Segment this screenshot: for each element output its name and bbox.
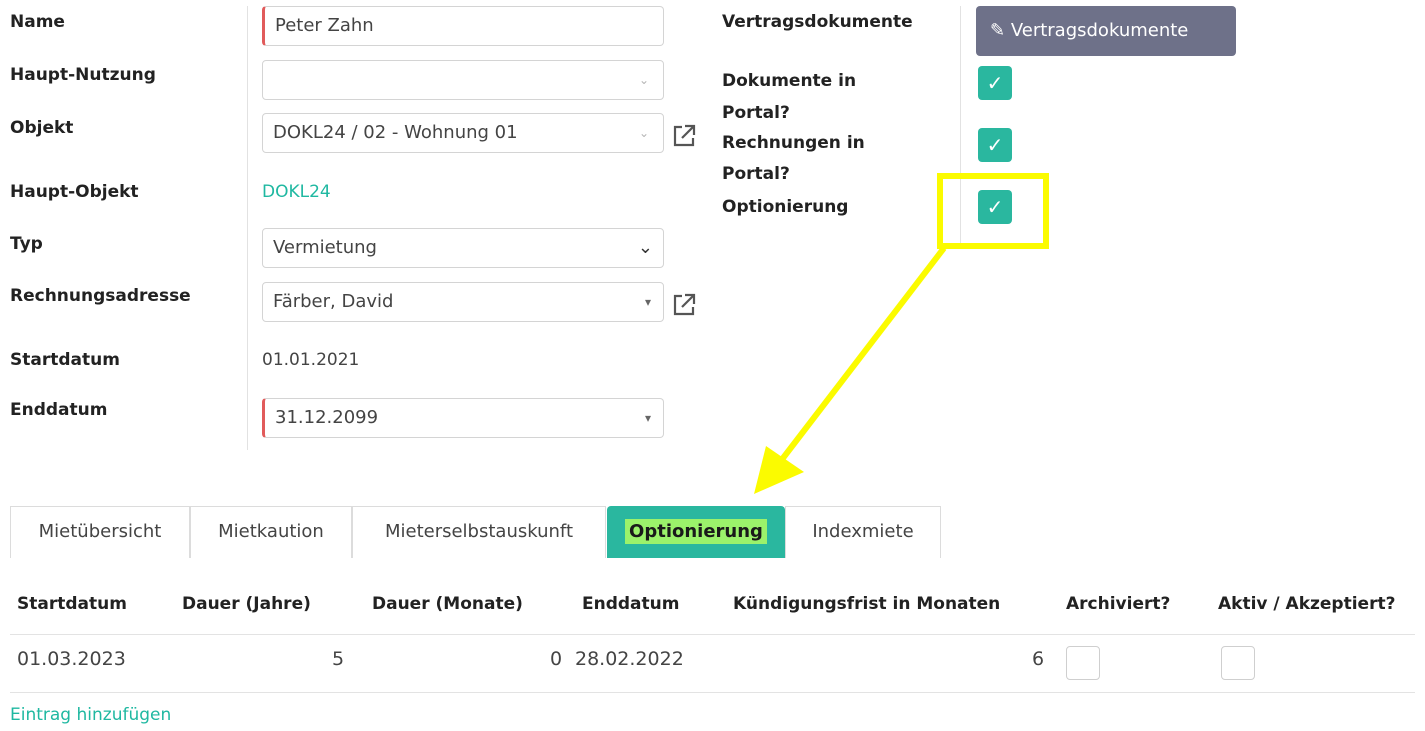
startdatum-label: Startdatum [10, 350, 120, 370]
column-header-archiviert[interactable]: Archiviert? [1066, 594, 1170, 614]
enddatum-value: 31.12.2099 [275, 407, 379, 428]
table-row-divider [10, 692, 1415, 693]
table-header-divider [10, 634, 1415, 635]
objekt-value: DOKL24 / 02 - Wohnung 01 [273, 122, 518, 143]
name-input[interactable]: Peter Zahn [262, 6, 664, 46]
add-entry-link[interactable]: Eintrag hinzufügen [10, 705, 171, 725]
rechnungen-portal-checkbox[interactable]: ✓ [978, 128, 1012, 162]
tab-mieterselbstauskunft[interactable]: Mieterselbstauskunft [352, 506, 606, 558]
external-link-icon[interactable] [671, 123, 697, 149]
objekt-select[interactable]: DOKL24 / 02 - Wohnung 01 ⌄ [262, 113, 664, 153]
cell-dauer-jahre[interactable]: 5 [332, 648, 344, 670]
haupt-objekt-link[interactable]: DOKL24 [262, 182, 331, 202]
tab-optionierung-label: Optionierung [625, 519, 767, 544]
caret-down-icon: ▾ [644, 295, 651, 309]
chevron-down-icon: ⌄ [637, 237, 653, 258]
objekt-label: Objekt [10, 118, 74, 138]
enddatum-input[interactable]: 31.12.2099 ▾ [262, 398, 664, 438]
dokumente-portal-checkbox[interactable]: ✓ [978, 66, 1012, 100]
cell-dauer-monate[interactable]: 0 [550, 648, 562, 670]
column-header-startdatum[interactable]: Startdatum [17, 594, 127, 614]
cell-kuendigungsfrist[interactable]: 6 [1032, 648, 1044, 670]
haupt-objekt-label: Haupt-Objekt [10, 182, 139, 202]
rechnungen-portal-label-line2: Portal? [722, 164, 790, 184]
vertragsdokumente-button[interactable]: ✎ Vertragsdokumente [976, 6, 1236, 56]
paperclip-icon: ✎ [990, 20, 1006, 41]
name-label: Name [10, 12, 65, 32]
optionierung-label: Optionierung [722, 197, 849, 217]
annotation-arrow-icon [754, 246, 947, 494]
rechnungsadresse-label: Rechnungsadresse [10, 286, 191, 306]
startdatum-value: 01.01.2021 [262, 350, 360, 370]
archiviert-checkbox[interactable] [1066, 646, 1100, 680]
annotation-highlight-box [937, 173, 1049, 249]
dokumente-portal-label-line1: Dokumente in [722, 71, 857, 91]
enddatum-label: Enddatum [10, 400, 108, 420]
typ-value: Vermietung [273, 237, 377, 258]
name-value: Peter Zahn [275, 15, 374, 36]
column-header-enddatum[interactable]: Enddatum [582, 594, 679, 614]
dokumente-portal-label-line2: Portal? [722, 103, 790, 123]
tab-optionierung[interactable]: Optionierung [607, 506, 785, 558]
vertragsdokumente-button-label: Vertragsdokumente [1010, 20, 1189, 41]
typ-label: Typ [10, 234, 43, 254]
tab-mietuebersicht[interactable]: Mietübersicht [10, 506, 190, 558]
caret-down-icon: ▾ [644, 411, 651, 425]
rechnungsadresse-value: Färber, David [273, 291, 394, 312]
tab-indexmiete[interactable]: Indexmiete [785, 506, 941, 558]
rechnungsadresse-select[interactable]: Färber, David ▾ [262, 282, 664, 322]
column-header-aktiv[interactable]: Aktiv / Akzeptiert? [1218, 594, 1395, 614]
column-header-kuendigungsfrist[interactable]: Kündigungsfrist in Monaten [733, 594, 1000, 614]
column-header-dauer-monate[interactable]: Dauer (Monate) [372, 594, 523, 614]
aktiv-checkbox[interactable] [1221, 646, 1255, 680]
caret-down-icon: ⌄ [638, 126, 649, 140]
tab-mietkaution[interactable]: Mietkaution [190, 506, 352, 558]
haupt-nutzung-label: Haupt-Nutzung [10, 65, 156, 85]
caret-down-icon: ⌄ [638, 73, 649, 87]
external-link-icon[interactable] [671, 292, 697, 318]
cell-startdatum[interactable]: 01.03.2023 [17, 648, 126, 670]
haupt-nutzung-select[interactable]: ⌄ [262, 60, 664, 100]
left-column-divider [247, 6, 248, 450]
rechnungen-portal-label-line1: Rechnungen in [722, 133, 865, 153]
cell-enddatum[interactable]: 28.02.2022 [575, 648, 684, 670]
column-header-dauer-jahre[interactable]: Dauer (Jahre) [182, 594, 311, 614]
dokumente-portal-label: Dokumente in [722, 65, 856, 97]
vertragsdokumente-label: Vertragsdokumente [722, 12, 913, 32]
typ-select[interactable]: Vermietung ⌄ [262, 228, 664, 268]
